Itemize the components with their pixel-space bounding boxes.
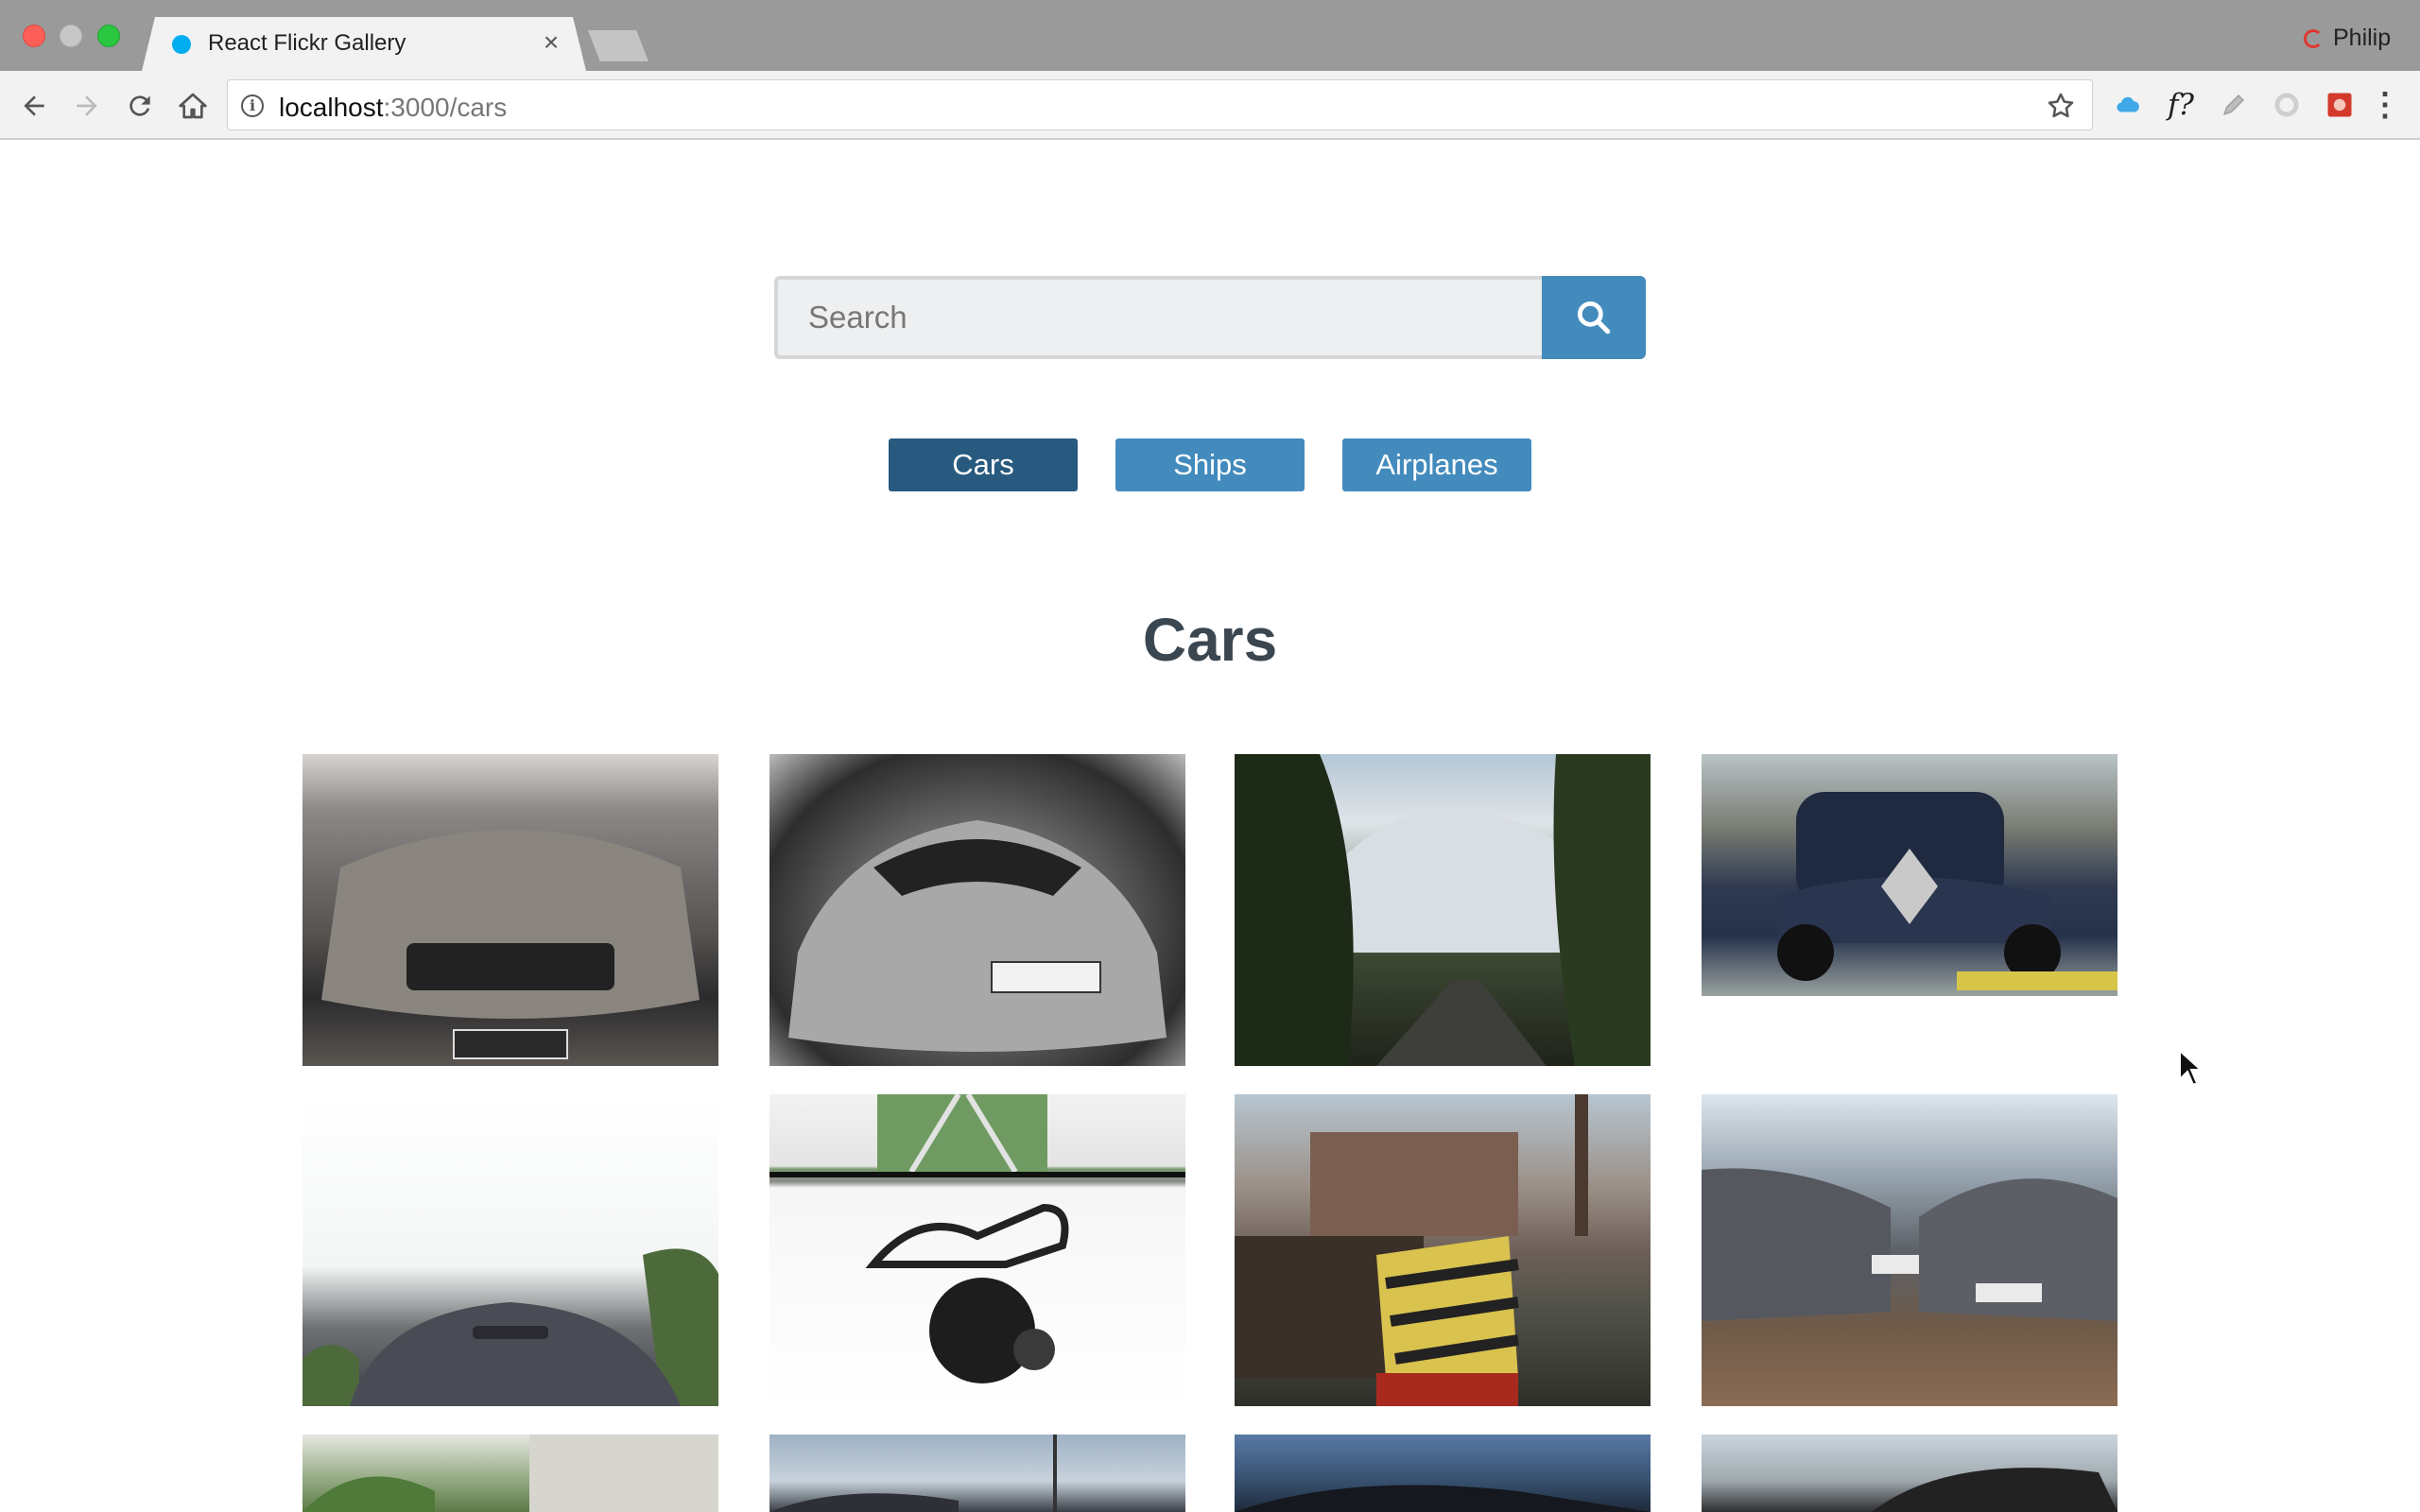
url-path: :3000/cars <box>383 93 508 122</box>
gallery-title: Cars <box>1142 606 1278 674</box>
circle-extension-icon[interactable] <box>2271 89 2303 121</box>
nav-link-airplanes[interactable]: Airplanes <box>1342 438 1531 491</box>
red-extension-icon[interactable] <box>2324 89 2356 121</box>
browser-titlebar: React Flickr Gallery × Philip <box>0 0 2420 71</box>
pen-extension-icon[interactable] <box>2218 89 2250 121</box>
nav-link-ships[interactable]: Ships <box>1115 438 1305 491</box>
browser-tab-active[interactable]: React Flickr Gallery × <box>142 17 586 71</box>
tab-favicon-icon <box>172 35 191 54</box>
home-icon <box>179 93 207 119</box>
arrow-right-icon <box>77 95 97 116</box>
font-extension-icon[interactable]: f? <box>2165 88 2197 122</box>
arrow-left-icon <box>24 95 44 116</box>
search-button[interactable] <box>1542 276 1646 359</box>
tab-title: React Flickr Gallery <box>208 30 406 56</box>
tab-close-icon[interactable]: × <box>537 26 565 59</box>
search-form <box>774 276 1646 359</box>
profile-sync-icon <box>2301 26 2324 49</box>
reload-button[interactable] <box>121 87 159 125</box>
photo-item[interactable] <box>1235 754 1651 1066</box>
minimize-window-button[interactable] <box>60 25 82 47</box>
profile-button[interactable]: Philip <box>2301 19 2391 57</box>
browser-menu-icon[interactable]: ⋮ <box>2369 89 2401 121</box>
url-text[interactable]: localhost:3000/cars <box>279 93 507 123</box>
photo-item[interactable] <box>1702 754 2118 996</box>
back-button[interactable] <box>15 87 53 125</box>
photo-item[interactable] <box>769 1435 1185 1512</box>
photo-item[interactable] <box>302 1435 718 1512</box>
search-input[interactable] <box>774 276 1544 359</box>
profile-name: Philip <box>2333 24 2392 51</box>
photo-item[interactable] <box>1702 1094 2118 1406</box>
bookmark-star-icon[interactable] <box>2045 90 2077 122</box>
reload-icon <box>130 95 150 116</box>
site-info-icon[interactable]: i <box>241 94 264 117</box>
photo-item[interactable] <box>1235 1435 1651 1512</box>
photo-item[interactable] <box>769 754 1185 1066</box>
home-button[interactable] <box>174 87 212 125</box>
maximize-window-button[interactable] <box>97 25 120 47</box>
photo-item[interactable] <box>1702 1435 2118 1512</box>
cloud-extension-icon[interactable] <box>2112 89 2144 121</box>
main-nav: Cars Ships Airplanes <box>889 438 1531 491</box>
close-window-button[interactable] <box>23 25 45 47</box>
nav-link-cars[interactable]: Cars <box>889 438 1078 491</box>
search-icon <box>1577 301 1611 335</box>
url-host: localhost <box>279 93 384 122</box>
photo-item[interactable] <box>302 754 718 1066</box>
browser-toolbar: i localhost:3000/cars f? ⋮ <box>0 71 2420 140</box>
forward-button[interactable] <box>68 87 106 125</box>
address-bar[interactable]: i localhost:3000/cars <box>227 79 2093 130</box>
mouse-cursor-icon <box>2179 1049 2203 1087</box>
photo-item[interactable] <box>769 1094 1185 1406</box>
photo-item[interactable] <box>302 1094 718 1406</box>
photo-item[interactable] <box>1235 1094 1651 1406</box>
new-tab-button[interactable] <box>588 30 648 61</box>
